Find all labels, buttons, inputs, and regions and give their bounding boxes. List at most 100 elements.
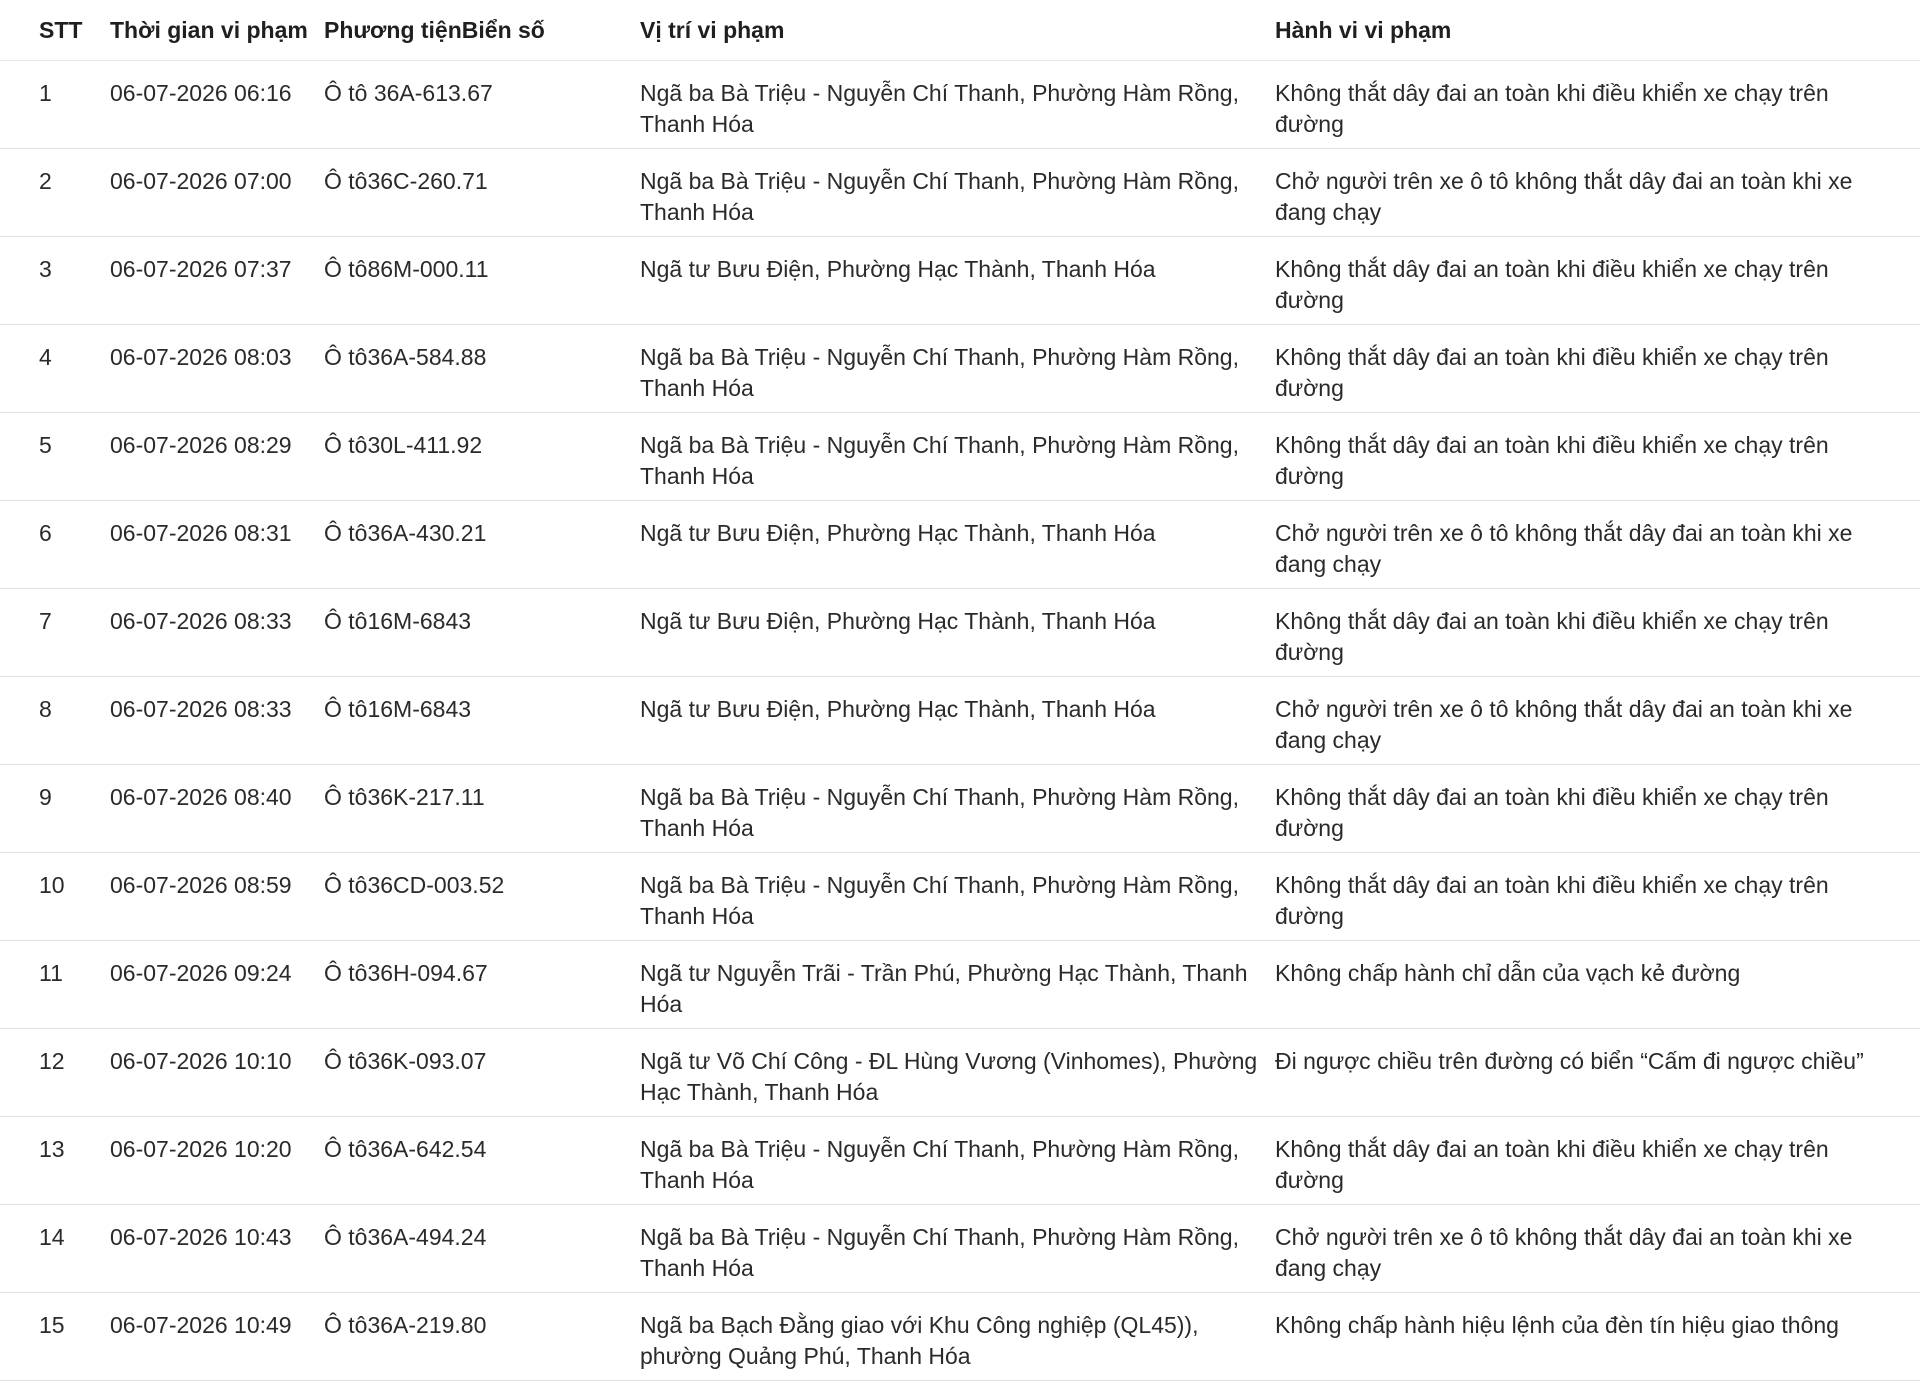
cell-location: Ngã ba Bà Triệu - Nguyễn Chí Thanh, Phườ…: [640, 60, 1275, 149]
table-row: 15 06-07-2026 10:49 Ô tô36A-219.80 Ngã b…: [0, 1292, 1920, 1381]
cell-violation: Không thắt dây đai an toàn khi điều khiể…: [1275, 324, 1920, 413]
cell-location: Ngã ba Bà Triệu - Nguyễn Chí Thanh, Phườ…: [640, 852, 1275, 941]
cell-violation: Chở người trên xe ô tô không thắt dây đa…: [1275, 500, 1920, 589]
cell-time: 06-07-2026 08:40: [110, 764, 324, 853]
cell-violation: Không thắt dây đai an toàn khi điều khiể…: [1275, 236, 1920, 325]
cell-stt: 13: [0, 1116, 110, 1205]
cell-time: 06-07-2026 08:29: [110, 412, 324, 501]
cell-time: 06-07-2026 08:59: [110, 852, 324, 941]
violations-table: STT Thời gian vi phạm Phương tiệnBiển số…: [0, 0, 1920, 1381]
column-header-vehicle: Phương tiệnBiển số: [324, 0, 640, 61]
table-header: STT Thời gian vi phạm Phương tiệnBiển số…: [0, 0, 1920, 61]
cell-stt: 7: [0, 588, 110, 677]
header-row: STT Thời gian vi phạm Phương tiệnBiển số…: [0, 0, 1920, 61]
cell-violation: Không thắt dây đai an toàn khi điều khiể…: [1275, 852, 1920, 941]
cell-stt: 1: [0, 60, 110, 149]
cell-time: 06-07-2026 10:49: [110, 1292, 324, 1381]
cell-location: Ngã ba Bà Triệu - Nguyễn Chí Thanh, Phườ…: [640, 412, 1275, 501]
cell-violation: Chở người trên xe ô tô không thắt dây đa…: [1275, 1204, 1920, 1293]
cell-stt: 5: [0, 412, 110, 501]
table-row: 8 06-07-2026 08:33 Ô tô16M-6843 Ngã tư B…: [0, 676, 1920, 765]
violations-table-container: STT Thời gian vi phạm Phương tiệnBiển số…: [0, 0, 1920, 1381]
cell-location: Ngã ba Bạch Đằng giao với Khu Công nghiệ…: [640, 1292, 1275, 1381]
cell-time: 06-07-2026 07:37: [110, 236, 324, 325]
table-row: 13 06-07-2026 10:20 Ô tô36A-642.54 Ngã b…: [0, 1116, 1920, 1205]
cell-vehicle: Ô tô36C-260.71: [324, 148, 640, 237]
cell-stt: 9: [0, 764, 110, 853]
cell-location: Ngã tư Bưu Điện, Phường Hạc Thành, Thanh…: [640, 588, 1275, 677]
cell-time: 06-07-2026 08:31: [110, 500, 324, 589]
cell-location: Ngã tư Võ Chí Công - ĐL Hùng Vương (Vinh…: [640, 1028, 1275, 1117]
cell-vehicle: Ô tô16M-6843: [324, 588, 640, 677]
cell-stt: 15: [0, 1292, 110, 1381]
table-row: 3 06-07-2026 07:37 Ô tô86M-000.11 Ngã tư…: [0, 236, 1920, 325]
cell-vehicle: Ô tô36A-430.21: [324, 500, 640, 589]
table-row: 12 06-07-2026 10:10 Ô tô36K-093.07 Ngã t…: [0, 1028, 1920, 1117]
table-row: 5 06-07-2026 08:29 Ô tô30L-411.92 Ngã ba…: [0, 412, 1920, 501]
cell-stt: 6: [0, 500, 110, 589]
cell-stt: 12: [0, 1028, 110, 1117]
cell-location: Ngã ba Bà Triệu - Nguyễn Chí Thanh, Phườ…: [640, 764, 1275, 853]
cell-violation: Đi ngược chiều trên đường có biển “Cấm đ…: [1275, 1028, 1920, 1117]
table-row: 6 06-07-2026 08:31 Ô tô36A-430.21 Ngã tư…: [0, 500, 1920, 589]
cell-stt: 10: [0, 852, 110, 941]
cell-vehicle: Ô tô30L-411.92: [324, 412, 640, 501]
cell-violation: Chở người trên xe ô tô không thắt dây đa…: [1275, 148, 1920, 237]
table-row: 1 06-07-2026 06:16 Ô tô 36A-613.67 Ngã b…: [0, 60, 1920, 149]
table-row: 9 06-07-2026 08:40 Ô tô36K-217.11 Ngã ba…: [0, 764, 1920, 853]
cell-stt: 3: [0, 236, 110, 325]
table-row: 10 06-07-2026 08:59 Ô tô36CD-003.52 Ngã …: [0, 852, 1920, 941]
cell-stt: 11: [0, 940, 110, 1029]
cell-time: 06-07-2026 09:24: [110, 940, 324, 1029]
cell-stt: 4: [0, 324, 110, 413]
cell-vehicle: Ô tô36A-642.54: [324, 1116, 640, 1205]
cell-time: 06-07-2026 08:03: [110, 324, 324, 413]
cell-time: 06-07-2026 10:43: [110, 1204, 324, 1293]
cell-time: 06-07-2026 07:00: [110, 148, 324, 237]
cell-location: Ngã ba Bà Triệu - Nguyễn Chí Thanh, Phườ…: [640, 1204, 1275, 1293]
cell-location: Ngã tư Bưu Điện, Phường Hạc Thành, Thanh…: [640, 676, 1275, 765]
column-header-time: Thời gian vi phạm: [110, 0, 324, 61]
cell-time: 06-07-2026 10:10: [110, 1028, 324, 1117]
cell-vehicle: Ô tô36K-217.11: [324, 764, 640, 853]
cell-violation: Chở người trên xe ô tô không thắt dây đa…: [1275, 676, 1920, 765]
cell-vehicle: Ô tô36A-219.80: [324, 1292, 640, 1381]
cell-vehicle: Ô tô36A-584.88: [324, 324, 640, 413]
table-row: 11 06-07-2026 09:24 Ô tô36H-094.67 Ngã t…: [0, 940, 1920, 1029]
table-row: 4 06-07-2026 08:03 Ô tô36A-584.88 Ngã ba…: [0, 324, 1920, 413]
cell-vehicle: Ô tô86M-000.11: [324, 236, 640, 325]
column-header-stt: STT: [0, 0, 110, 61]
cell-location: Ngã tư Bưu Điện, Phường Hạc Thành, Thanh…: [640, 500, 1275, 589]
cell-violation: Không thắt dây đai an toàn khi điều khiể…: [1275, 588, 1920, 677]
table-row: 14 06-07-2026 10:43 Ô tô36A-494.24 Ngã b…: [0, 1204, 1920, 1293]
cell-vehicle: Ô tô36CD-003.52: [324, 852, 640, 941]
cell-time: 06-07-2026 06:16: [110, 60, 324, 149]
column-header-violation: Hành vi vi phạm: [1275, 0, 1920, 61]
cell-vehicle: Ô tô36H-094.67: [324, 940, 640, 1029]
cell-stt: 14: [0, 1204, 110, 1293]
cell-violation: Không chấp hành hiệu lệnh của đèn tín hi…: [1275, 1292, 1920, 1381]
cell-time: 06-07-2026 08:33: [110, 676, 324, 765]
cell-violation: Không thắt dây đai an toàn khi điều khiể…: [1275, 1116, 1920, 1205]
cell-vehicle: Ô tô 36A-613.67: [324, 60, 640, 149]
cell-location: Ngã ba Bà Triệu - Nguyễn Chí Thanh, Phườ…: [640, 148, 1275, 237]
cell-time: 06-07-2026 08:33: [110, 588, 324, 677]
cell-stt: 2: [0, 148, 110, 237]
cell-location: Ngã tư Nguyễn Trãi - Trần Phú, Phường Hạ…: [640, 940, 1275, 1029]
cell-vehicle: Ô tô36K-093.07: [324, 1028, 640, 1117]
column-header-location: Vị trí vi phạm: [640, 0, 1275, 61]
table-row: 7 06-07-2026 08:33 Ô tô16M-6843 Ngã tư B…: [0, 588, 1920, 677]
cell-violation: Không thắt dây đai an toàn khi điều khiể…: [1275, 412, 1920, 501]
table-body: 1 06-07-2026 06:16 Ô tô 36A-613.67 Ngã b…: [0, 60, 1920, 1381]
cell-stt: 8: [0, 676, 110, 765]
cell-location: Ngã ba Bà Triệu - Nguyễn Chí Thanh, Phườ…: [640, 1116, 1275, 1205]
cell-location: Ngã tư Bưu Điện, Phường Hạc Thành, Thanh…: [640, 236, 1275, 325]
cell-location: Ngã ba Bà Triệu - Nguyễn Chí Thanh, Phườ…: [640, 324, 1275, 413]
cell-vehicle: Ô tô36A-494.24: [324, 1204, 640, 1293]
cell-violation: Không thắt dây đai an toàn khi điều khiể…: [1275, 60, 1920, 149]
cell-violation: Không thắt dây đai an toàn khi điều khiể…: [1275, 764, 1920, 853]
cell-time: 06-07-2026 10:20: [110, 1116, 324, 1205]
cell-violation: Không chấp hành chỉ dẫn của vạch kẻ đườn…: [1275, 940, 1920, 1029]
cell-vehicle: Ô tô16M-6843: [324, 676, 640, 765]
table-row: 2 06-07-2026 07:00 Ô tô36C-260.71 Ngã ba…: [0, 148, 1920, 237]
